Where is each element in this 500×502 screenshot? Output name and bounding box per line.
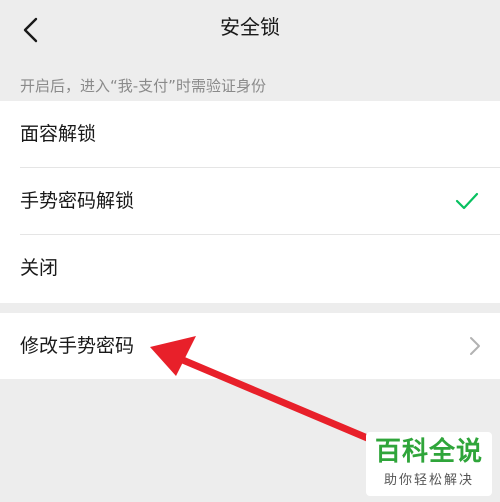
watermark-logo: 百科全说 助你轻松解决	[366, 432, 492, 496]
modify-gesture-password-item[interactable]: 修改手势密码	[0, 313, 500, 379]
option-label: 关闭	[20, 257, 59, 279]
modify-gesture-group: 修改手势密码	[0, 313, 500, 379]
option-off[interactable]: 关闭	[0, 235, 500, 302]
watermark-title: 百科全说	[374, 437, 483, 467]
watermark-subtitle: 助你轻松解决	[383, 473, 474, 488]
lock-options-group: 面容解锁 手势密码解锁 关闭	[0, 101, 500, 303]
option-label: 手势密码解锁	[20, 190, 135, 212]
option-label: 面容解锁	[20, 123, 97, 145]
option-face-unlock[interactable]: 面容解锁	[0, 101, 500, 168]
modify-label: 修改手势密码	[20, 335, 135, 357]
section-hint: 开启后，进入“我-支付”时需验证身份	[20, 77, 266, 95]
navigation-bar: 安全锁	[0, 0, 500, 58]
page-title: 安全锁	[220, 15, 280, 39]
chevron-right-icon	[470, 337, 480, 355]
option-gesture-unlock[interactable]: 手势密码解锁	[0, 168, 500, 235]
checkmark-icon	[455, 192, 479, 210]
